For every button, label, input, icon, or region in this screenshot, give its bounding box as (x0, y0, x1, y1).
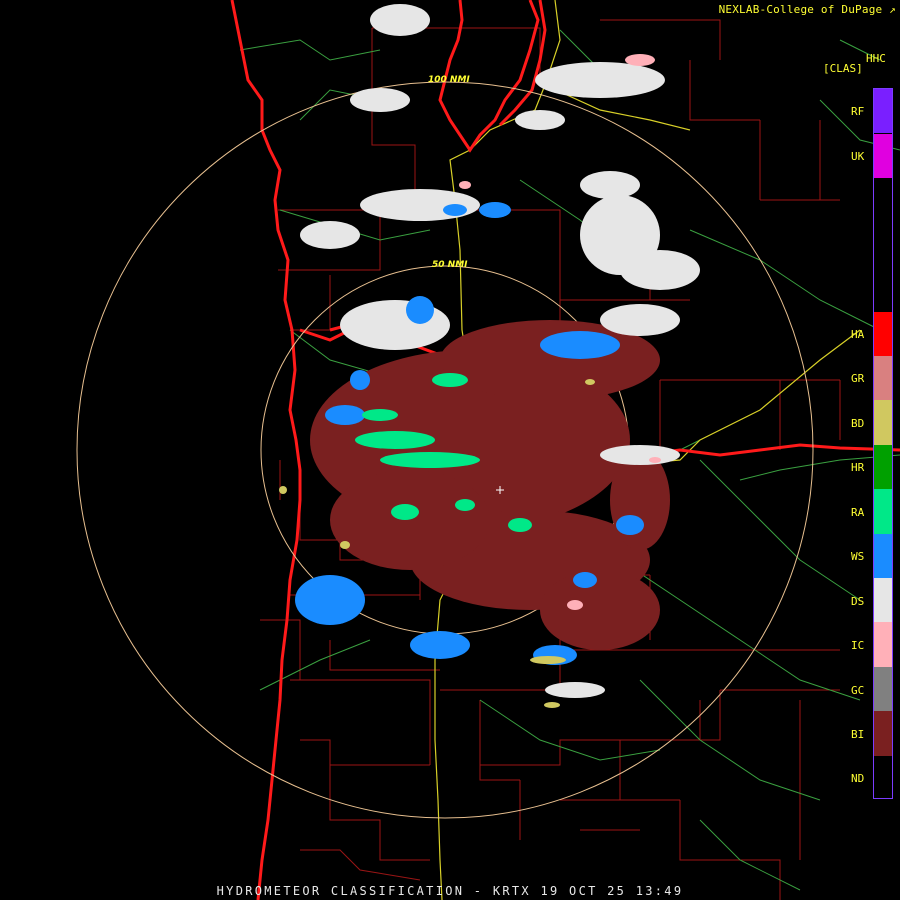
legend-label-ds: DS (851, 595, 865, 608)
legend-swatch-gc (874, 667, 892, 711)
legend-label-ra: RA (851, 506, 865, 519)
legend-swatch-bi (874, 711, 892, 756)
product-caption: HYDROMETEOR CLASSIFICATION - KRTX 19 OCT… (216, 884, 684, 898)
legend-swatch-gr (874, 356, 892, 400)
credit-text: NEXLAB-College of DuPage (718, 3, 883, 16)
legend-label-gr: GR (851, 372, 865, 385)
credit-label[interactable]: NEXLAB-College of DuPage ↗ (719, 3, 896, 16)
legend-swatch-ic (874, 622, 892, 667)
legend-label-ws: WS (851, 550, 865, 563)
legend-label-gc: GC (851, 684, 865, 697)
legend-label-bd: BD (851, 417, 865, 430)
legend-swatch-nd (874, 756, 892, 798)
legend-label-rf: RF (851, 105, 865, 118)
radar-map: 100 NMI 50 NMI (0, 0, 900, 900)
legend-label-hr: HR (851, 461, 865, 474)
range-ring-100-label: 100 NMI (428, 75, 470, 85)
legend-label-ic: IC (851, 639, 865, 652)
legend-label-uk: UK (851, 150, 865, 163)
legend-label-bi: BI (851, 728, 865, 741)
legend-label-nd: ND (851, 772, 865, 785)
legend-swatch-rf (874, 89, 892, 133)
range-ring-50-label: 50 NMI (432, 260, 468, 270)
legend-swatch-ws (874, 534, 892, 578)
legend-swatch-hr (874, 445, 892, 489)
product-tag: [CLAS] (823, 62, 863, 75)
legend-swatch-uk (874, 134, 892, 178)
external-link-icon: ↗ (889, 3, 896, 16)
legend-swatch-ha (874, 312, 892, 356)
product-code: HHC (866, 52, 886, 65)
legend-swatch-bd (874, 400, 892, 445)
legend-swatch-ds (874, 578, 892, 622)
legend-label-ha: HA (851, 328, 865, 341)
legend-swatch-ra (874, 489, 892, 534)
